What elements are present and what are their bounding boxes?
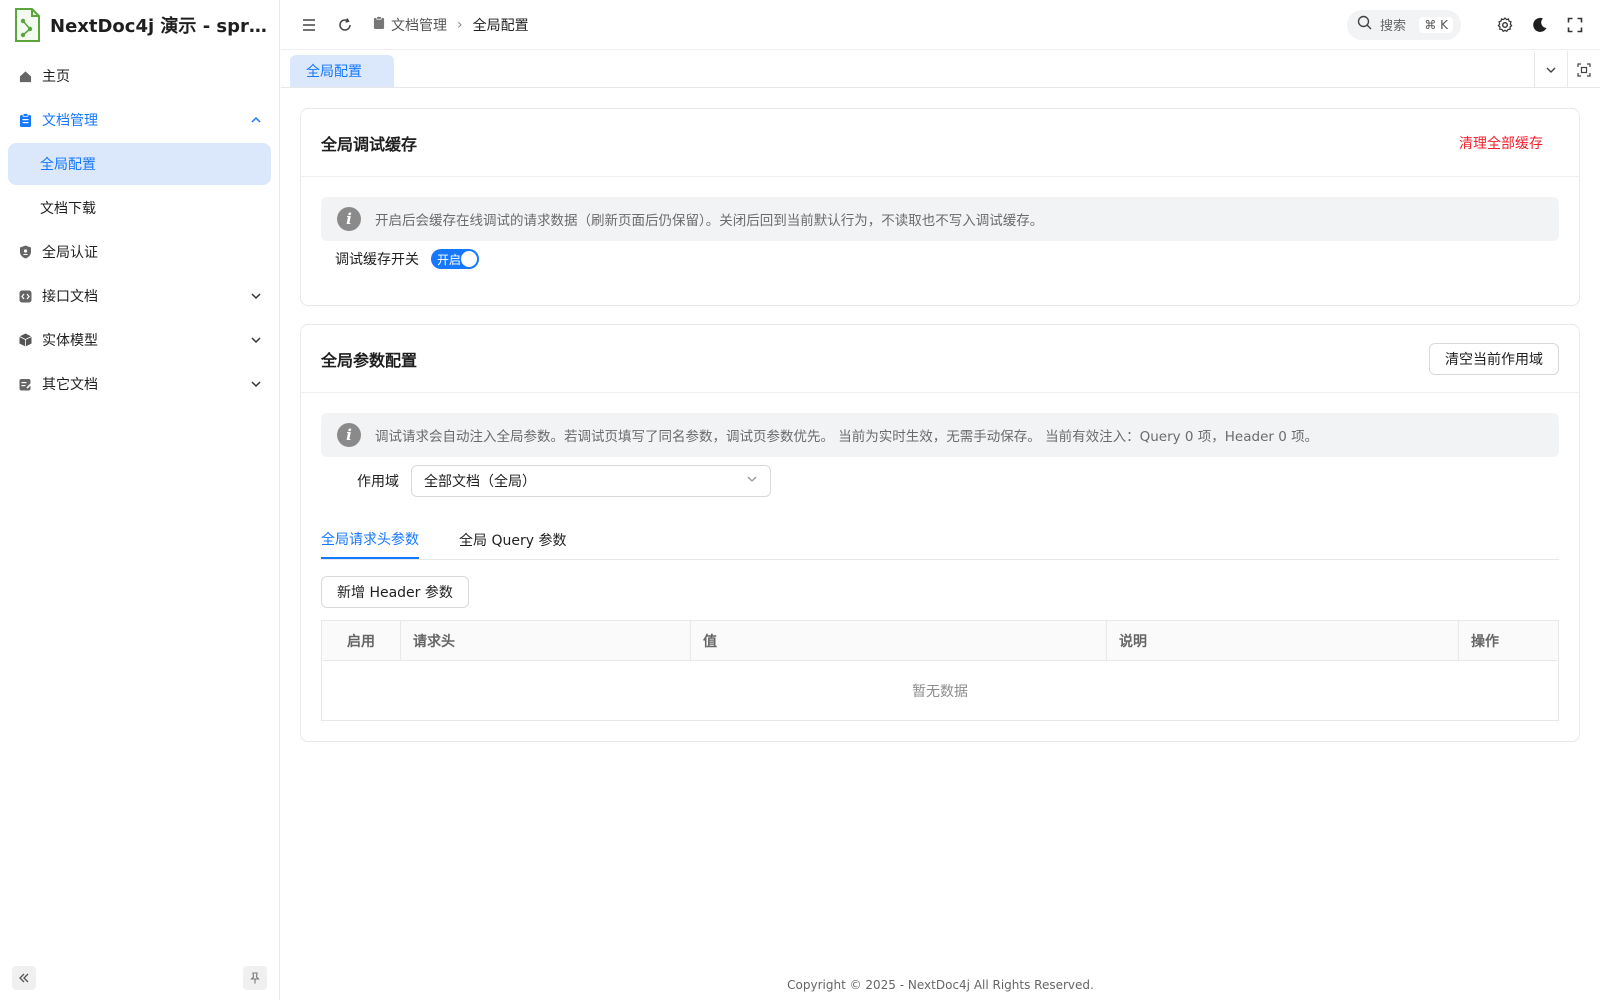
- add-header-param-button[interactable]: 新增 Header 参数: [321, 576, 469, 608]
- code-icon: [18, 289, 32, 303]
- footer-copyright: Copyright © 2025 - NextDoc4j All Rights …: [787, 978, 1094, 992]
- debug-cache-card: 全局调试缓存 清理全部缓存 i 开启后会缓存在线调试的请求数据（刷新页面后仍保留…: [300, 108, 1580, 306]
- chevron-down-icon: [746, 473, 758, 489]
- breadcrumb-item[interactable]: 文档管理: [391, 15, 447, 35]
- header-actions: 搜索 ⌘ K: [1347, 9, 1600, 40]
- scope-select[interactable]: 全部文档（全局）: [411, 465, 771, 497]
- chevron-down-icon: [249, 333, 263, 347]
- fullscreen-icon[interactable]: [1564, 14, 1586, 36]
- sidebar-item-home[interactable]: 主页: [8, 55, 271, 97]
- sidebar-item-global-auth[interactable]: 全局认证: [8, 231, 271, 273]
- search-placeholder: 搜索: [1380, 19, 1407, 34]
- app-title: NextDoc4j 演示 - spring-boot3-demo: [50, 16, 268, 37]
- column-header: 启用: [321, 620, 401, 661]
- sidebar-item-label: 文档下载: [40, 201, 96, 217]
- card-header: 全局参数配置 清空当前作用域: [301, 325, 1579, 393]
- pin-icon[interactable]: [243, 966, 267, 990]
- menu-toggle-icon[interactable]: [295, 11, 323, 39]
- sidebar-item-doc-management[interactable]: 文档管理: [8, 99, 271, 141]
- clipboard-icon: [373, 16, 385, 33]
- collapse-sidebar-icon[interactable]: [12, 966, 36, 990]
- scope-row: 作用域 全部文档（全局）: [321, 465, 1559, 497]
- shield-icon: [18, 245, 32, 259]
- switch-state-text: 开启: [437, 252, 462, 267]
- column-header: 请求头: [400, 620, 691, 661]
- sidebar-footer: [12, 966, 267, 990]
- tab-tools: [1534, 51, 1600, 88]
- column-header: 操作: [1458, 620, 1559, 661]
- table-header-row: 启用 请求头 值 说明 操作: [321, 620, 1559, 661]
- header-params-table: 启用 请求头 值 说明 操作 暂无数据: [321, 620, 1559, 721]
- info-icon: i: [337, 423, 361, 447]
- sidebar-item-global-config[interactable]: 全局配置: [8, 143, 271, 185]
- clipboard-icon: [18, 113, 32, 127]
- sidebar-item-entity-models[interactable]: 实体模型: [8, 319, 271, 361]
- cube-icon: [18, 333, 32, 347]
- page-tab-bar: 全局配置: [281, 51, 1600, 88]
- sidebar-menu: 主页 文档管理 全局配置 文档下载 全局认证 接口文档 实体模型 其它文档: [0, 55, 279, 405]
- column-header: 值: [690, 620, 1107, 661]
- brand[interactable]: NextDoc4j 演示 - spring-boot3-demo: [0, 0, 279, 50]
- column-header: 说明: [1106, 620, 1459, 661]
- switch-knob: [461, 251, 477, 267]
- search-icon: [1357, 15, 1372, 34]
- page-tab-global-config[interactable]: 全局配置: [290, 55, 394, 87]
- sidebar-item-api-docs[interactable]: 接口文档: [8, 275, 271, 317]
- empty-state: 暂无数据: [321, 660, 1559, 721]
- settings-gear-icon[interactable]: [1494, 14, 1516, 36]
- sidebar-item-label: 文档管理: [42, 113, 98, 129]
- switch-label: 调试缓存开关: [335, 252, 419, 268]
- top-header: 文档管理 › 全局配置 搜索 ⌘ K: [281, 0, 1600, 50]
- breadcrumb: 文档管理 › 全局配置: [373, 15, 529, 35]
- sidebar-item-label: 全局配置: [40, 157, 96, 173]
- info-alert: i 调试请求会自动注入全局参数。若调试页填写了同名参数，调试页参数优先。 当前为…: [321, 413, 1559, 457]
- sidebar-item-doc-download[interactable]: 文档下载: [8, 187, 271, 229]
- chevron-down-icon: [249, 377, 263, 391]
- tab-maximize-icon[interactable]: [1567, 51, 1600, 88]
- app-logo-icon: [12, 8, 42, 42]
- refresh-icon[interactable]: [331, 11, 359, 39]
- breadcrumb-current: 全局配置: [472, 17, 529, 34]
- debug-cache-switch[interactable]: 开启: [431, 249, 479, 269]
- tab-header-params[interactable]: 全局请求头参数: [321, 521, 419, 559]
- card-body: i 调试请求会自动注入全局参数。若调试页填写了同名参数，调试页参数优先。 当前为…: [301, 393, 1579, 741]
- notes-icon: [18, 377, 32, 391]
- param-tabs: 全局请求头参数 全局 Query 参数: [321, 521, 1559, 560]
- sidebar-item-label: 全局认证: [42, 245, 98, 261]
- alert-text: 开启后会缓存在线调试的请求数据（刷新页面后仍保留）。关闭后回到当前默认行为，不读…: [375, 213, 1044, 229]
- card-title: 全局参数配置: [321, 350, 418, 370]
- breadcrumb-separator-icon: ›: [457, 16, 463, 33]
- search-box[interactable]: 搜索 ⌘ K: [1347, 9, 1461, 40]
- clear-all-cache-button[interactable]: 清理全部缓存: [1459, 133, 1543, 153]
- scope-label: 作用域: [357, 474, 399, 490]
- global-params-card: 全局参数配置 清空当前作用域 i 调试请求会自动注入全局参数。若调试页填写了同名…: [300, 324, 1580, 742]
- sidebar: NextDoc4j 演示 - spring-boot3-demo 主页 文档管理…: [0, 0, 280, 1000]
- sidebar-item-label: 接口文档: [42, 289, 98, 305]
- chevron-up-icon: [249, 113, 263, 127]
- info-alert: i 开启后会缓存在线调试的请求数据（刷新页面后仍保留）。关闭后回到当前默认行为，…: [321, 197, 1559, 241]
- card-header: 全局调试缓存 清理全部缓存: [301, 109, 1579, 177]
- main-content: 全局调试缓存 清理全部缓存 i 开启后会缓存在线调试的请求数据（刷新页面后仍保留…: [281, 89, 1600, 1000]
- home-icon: [18, 69, 32, 83]
- cache-switch-row: 调试缓存开关 开启: [321, 249, 1559, 269]
- tab-dropdown-chevron-icon[interactable]: [1534, 51, 1567, 88]
- sidebar-item-other-docs[interactable]: 其它文档: [8, 363, 271, 405]
- scope-select-value: 全部文档（全局）: [424, 474, 536, 490]
- tab-query-params[interactable]: 全局 Query 参数: [459, 521, 566, 559]
- clear-scope-button[interactable]: 清空当前作用域: [1429, 342, 1559, 375]
- sidebar-item-label: 主页: [42, 69, 70, 85]
- card-title: 全局调试缓存: [321, 134, 418, 154]
- table-row: 暂无数据: [321, 660, 1559, 721]
- sidebar-item-label: 实体模型: [42, 333, 98, 349]
- sidebar-item-label: 其它文档: [42, 377, 98, 393]
- chevron-down-icon: [249, 289, 263, 303]
- alert-text: 调试请求会自动注入全局参数。若调试页填写了同名参数，调试页参数优先。 当前为实时…: [375, 429, 1319, 445]
- search-shortcut: ⌘ K: [1419, 16, 1453, 33]
- card-body: i 开启后会缓存在线调试的请求数据（刷新页面后仍保留）。关闭后回到当前默认行为，…: [301, 177, 1579, 305]
- dark-mode-moon-icon[interactable]: [1529, 14, 1551, 36]
- info-icon: i: [337, 207, 361, 231]
